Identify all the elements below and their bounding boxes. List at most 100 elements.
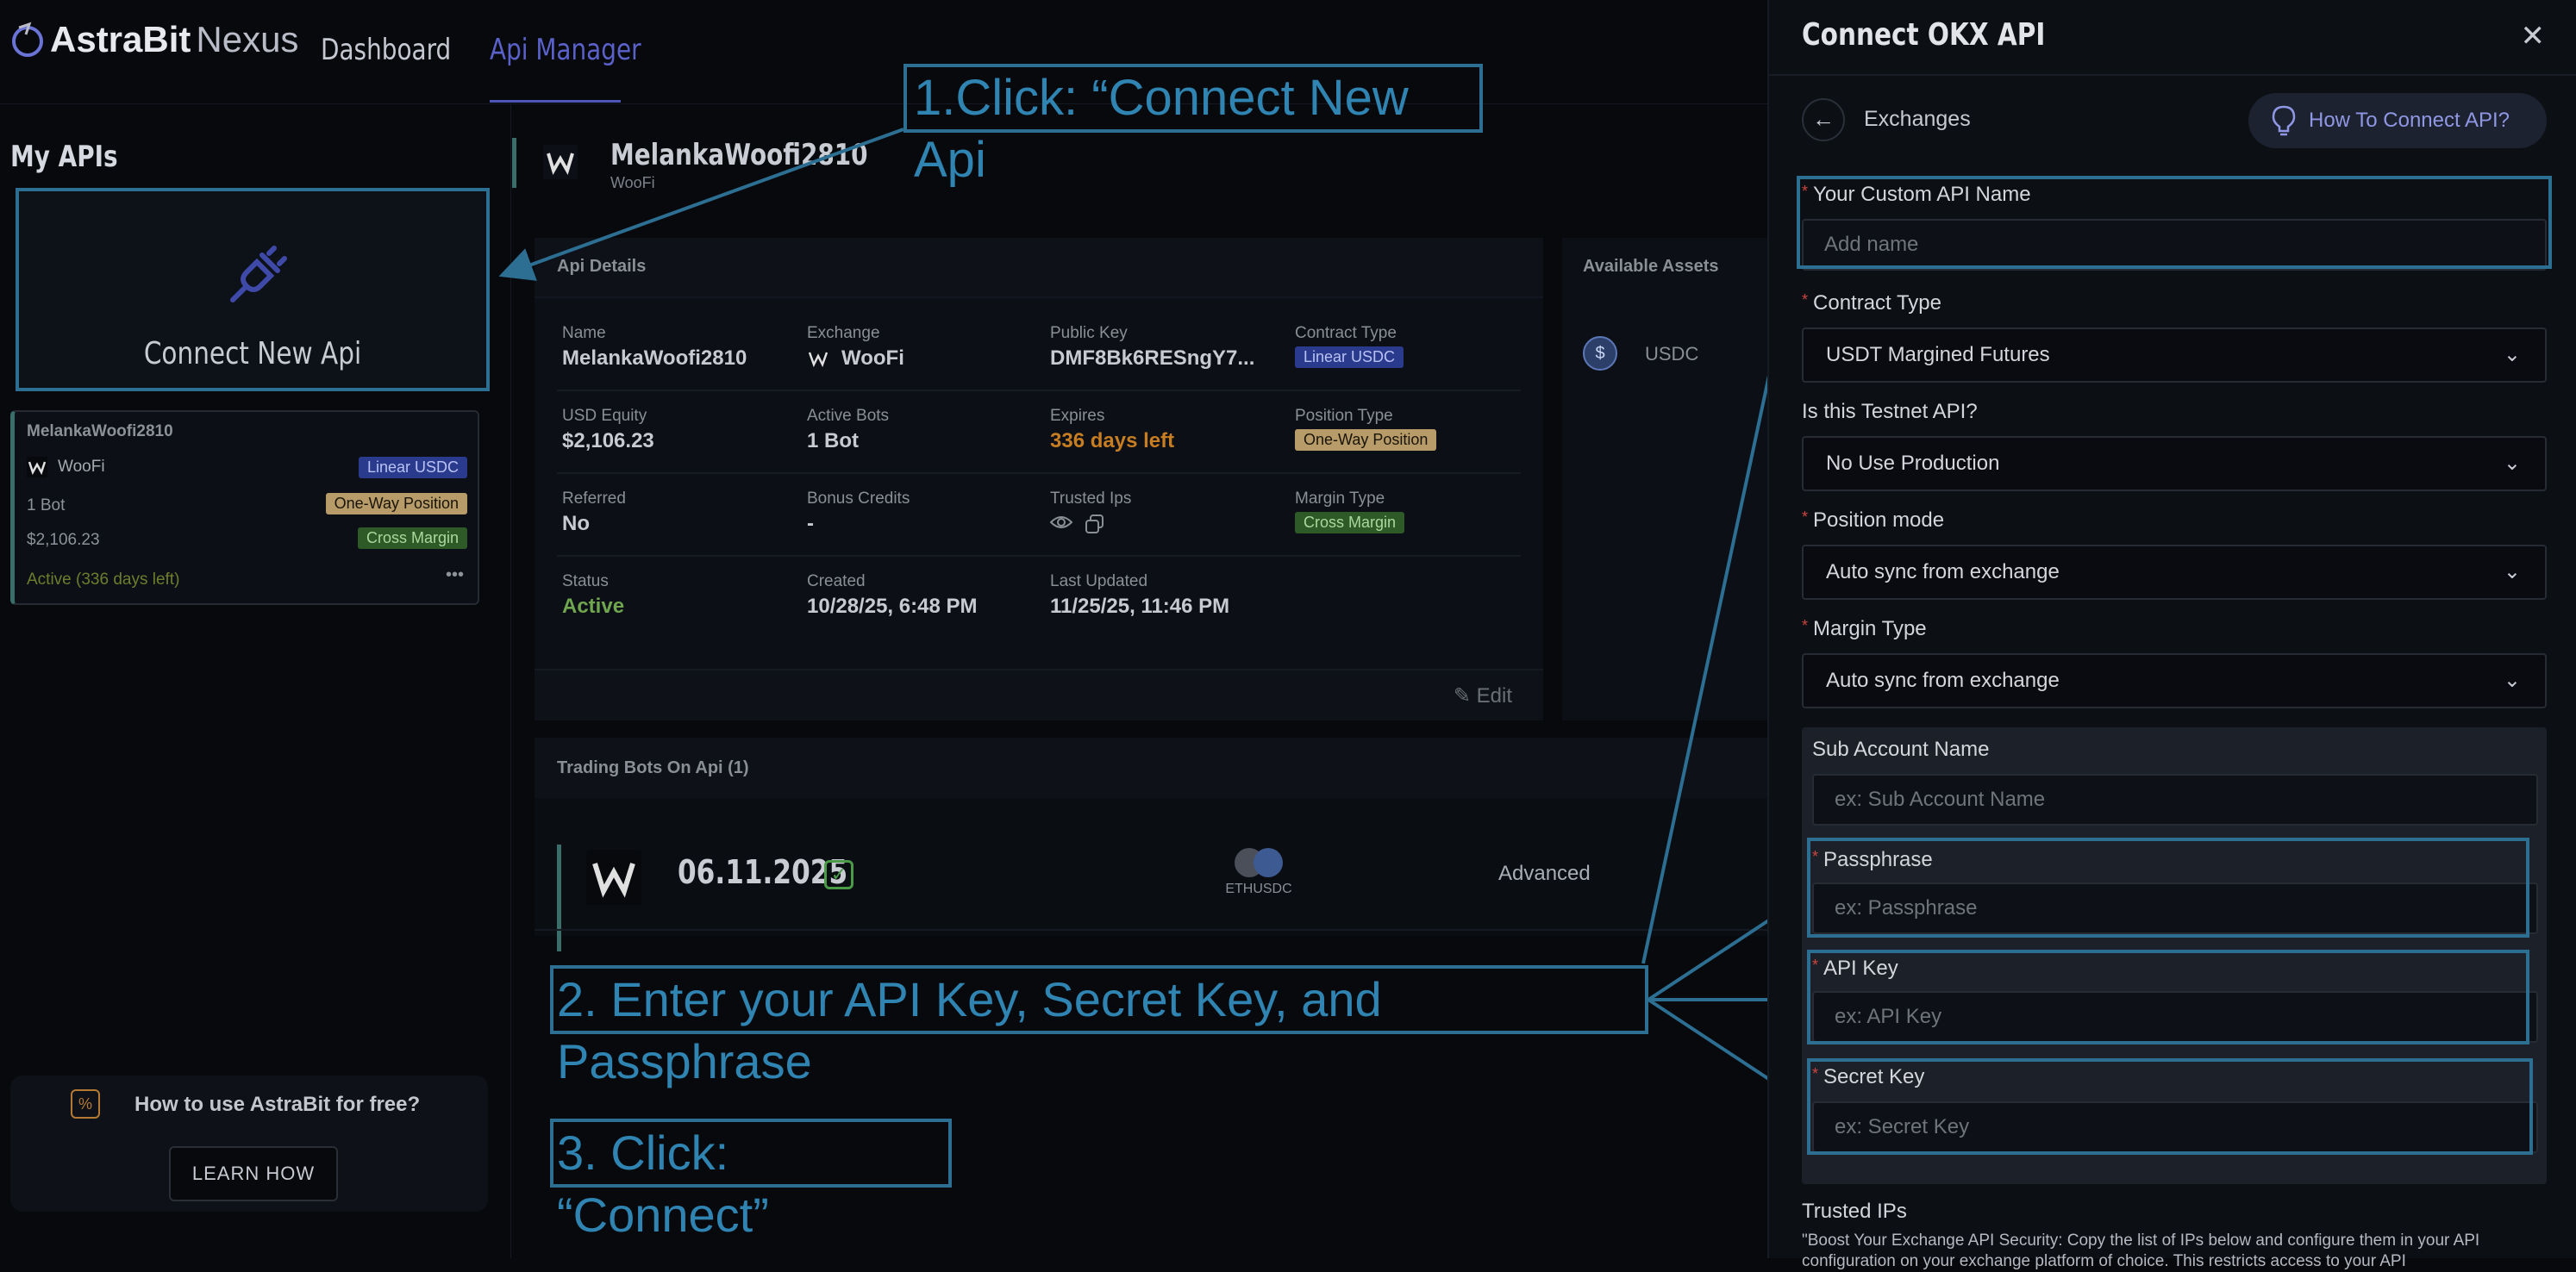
testnet-select[interactable]: No Use Production ⌄ (1802, 436, 2547, 491)
api-card-status: Active (336 days left) (27, 571, 180, 589)
field-status-value: Active (562, 595, 625, 618)
field-margin-type: Margin Type Cross Margin (1295, 489, 1405, 533)
edit-button[interactable]: ✎ Edit (1454, 683, 1512, 708)
connect-api-drawer: Connect OKX API ✕ ← Exchanges How To Con… (1767, 0, 2576, 1270)
nav-api-manager[interactable]: Api Manager (490, 33, 641, 67)
how-to-connect-button[interactable]: How To Connect API? (2248, 93, 2547, 148)
field-public-key-value: DMF8Bk6RESngY7... (1050, 346, 1255, 370)
position-mode-label-text: Position mode (1813, 508, 1945, 532)
edit-label: Edit (1476, 684, 1512, 708)
api-card-equity: $2,106.23 (27, 531, 100, 549)
percent-icon: % (71, 1089, 100, 1119)
brand-name-bold: AstraBit (50, 19, 191, 59)
annotation-step-1: 1.Click: “Connect New Api (903, 64, 1483, 188)
eye-icon[interactable] (1050, 514, 1072, 531)
back-arrow-icon[interactable]: ← (1802, 98, 1845, 141)
field-margin-label: Margin Type (1295, 489, 1385, 508)
row-divider (557, 472, 1521, 474)
bot-type: Advanced (1498, 862, 1591, 885)
contract-badge: Linear USDC (1295, 346, 1404, 368)
connect-new-api-button[interactable]: Connect New Api (16, 188, 490, 391)
position-badge: One-Way Position (1295, 429, 1437, 451)
field-activebots-label: Active Bots (807, 407, 890, 425)
chevron-down-icon: ⌄ (2503, 669, 2521, 692)
api-card-exchange: WooFi (27, 457, 105, 477)
trusted-ips-description: "Boost Your Exchange API Security: Copy … (1802, 1231, 2480, 1270)
connect-new-api-label: Connect New Api (143, 336, 362, 371)
row-divider (557, 390, 1521, 391)
highlight-api-key (1807, 950, 2529, 1044)
field-updated-label: Last Updated (1050, 572, 1148, 590)
back-exchanges-label[interactable]: Exchanges (1864, 107, 1971, 132)
margin-type-select[interactable]: Auto sync from exchange ⌄ (1802, 653, 2547, 708)
field-status: Status Active (562, 572, 624, 619)
field-expires-label: Expires (1050, 407, 1105, 425)
chevron-down-icon: ⌄ (2503, 452, 2521, 475)
field-equity-value: $2,106.23 (562, 429, 654, 452)
field-usd-equity: USD Equity $2,106.23 (562, 407, 654, 453)
field-expires: Expires 336 days left (1050, 407, 1174, 453)
nav-dashboard[interactable]: Dashboard (321, 33, 451, 67)
field-bonus-value: - (807, 512, 814, 535)
margin-type-label-text: Margin Type (1813, 617, 1927, 640)
free-usage-box: % How to use AstraBit for free? LEARN HO… (10, 1076, 488, 1212)
api-card-margin-badge: Cross Margin (357, 527, 467, 549)
lightbulb-icon (2272, 105, 2296, 136)
bot-pair: ETHUSDC (1224, 848, 1293, 897)
close-icon[interactable]: ✕ (2521, 19, 2546, 53)
field-created-label: Created (807, 572, 866, 590)
field-exchange-value: WooFi (841, 346, 904, 370)
field-name-value: MelankaWoofi2810 (562, 346, 747, 370)
woofi-logo-icon (586, 850, 641, 905)
field-expires-value: 336 days left (1050, 429, 1175, 452)
checkmark-icon: ✓ (824, 860, 853, 889)
free-usage-question: How to use AstraBit for free? (134, 1093, 421, 1116)
edit-icon: ✎ (1453, 684, 1477, 708)
woofi-logo-icon (27, 457, 47, 477)
margin-type-label: * Margin Type (1802, 617, 1927, 641)
api-card-contract-badge: Linear USDC (358, 457, 467, 478)
trusted-ips-heading: Trusted IPs (1802, 1200, 1907, 1223)
api-details-panel: Api Details Name MelankaWoofi2810 Exchang… (535, 238, 1543, 720)
bot-name[interactable]: 06.11.2025 (678, 853, 847, 891)
field-last-updated: Last Updated 11/25/25, 11:46 PM (1050, 572, 1229, 619)
bot-row-divider (535, 929, 1769, 931)
highlight-passphrase (1807, 838, 2529, 938)
copy-icon[interactable] (1085, 514, 1105, 534)
chevron-down-icon: ⌄ (2503, 343, 2521, 366)
api-card-bots: 1 Bot (27, 496, 66, 514)
sub-account-input[interactable]: ex: Sub Account Name (1812, 774, 2538, 826)
field-position-type: Position Type One-Way Position (1295, 407, 1437, 451)
field-created-value: 10/28/25, 6:48 PM (807, 595, 978, 618)
field-exchange-label: Exchange (807, 324, 880, 342)
field-referred-value: No (562, 512, 590, 535)
testnet-label: Is this Testnet API? (1802, 400, 1978, 423)
field-trusted-label: Trusted Ips (1050, 489, 1132, 508)
trading-bots-panel: Trading Bots On Api (1) 06.11.2025 ✓ ETH… (535, 738, 1769, 951)
contract-type-value: USDT Margined Futures (1826, 343, 2050, 366)
position-mode-select[interactable]: Auto sync from exchange ⌄ (1802, 545, 2547, 600)
sub-account-label: Sub Account Name (1812, 738, 1990, 761)
field-active-bots: Active Bots 1 Bot (807, 407, 889, 453)
brand-logo[interactable]: AstraBit Nexus (10, 19, 298, 60)
field-bonus-credits: Bonus Credits - (807, 489, 910, 536)
asset-name: USDC (1645, 343, 1699, 365)
api-card-melankawoofi[interactable]: MelankaWoofi2810 WooFi Linear USDC 1 Bot… (10, 410, 479, 605)
required-marker: * (1802, 291, 1809, 309)
highlight-secret-key (1807, 1058, 2533, 1155)
contract-type-select[interactable]: USDT Margined Futures ⌄ (1802, 327, 2547, 383)
learn-how-button[interactable]: LEARN HOW (169, 1146, 338, 1201)
field-contract-type: Contract Type Linear USDC (1295, 324, 1404, 368)
field-trusted-ips: Trusted Ips (1050, 489, 1131, 534)
field-bonus-label: Bonus Credits (807, 489, 910, 508)
row-divider (557, 555, 1521, 557)
plug-icon (230, 246, 287, 302)
bot-row-accent (557, 845, 561, 951)
api-header-accent (512, 138, 516, 188)
field-referred-label: Referred (562, 489, 626, 508)
required-marker: * (1802, 617, 1809, 634)
field-name: Name MelankaWoofi2810 (562, 324, 747, 371)
header-divider (0, 103, 1767, 104)
brand-name-thin: Nexus (196, 19, 299, 59)
api-card-more-button[interactable]: ••• (446, 565, 464, 585)
